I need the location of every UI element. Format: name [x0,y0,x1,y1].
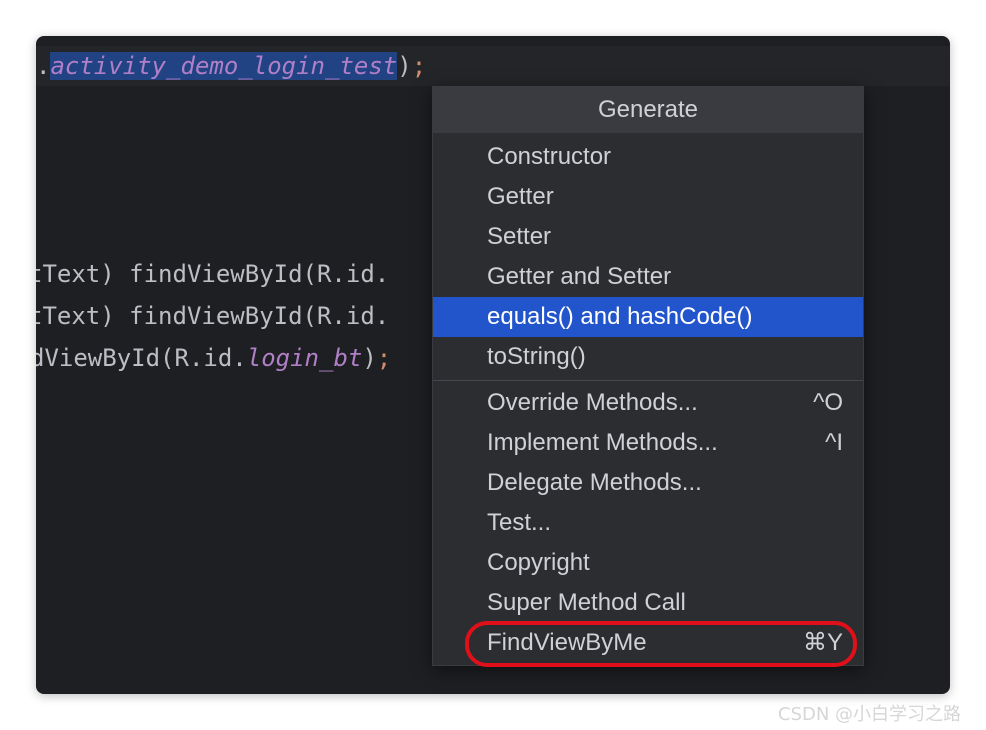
menu-item-label: toString() [487,343,586,370]
menu-item-implement-methods[interactable]: Implement Methods... ^I [433,423,863,463]
code-line-4[interactable]: dViewById(R.id.login_bt); [36,338,391,378]
menu-item-tostring[interactable]: toString() [433,337,863,377]
menu-item-label: Setter [487,223,552,250]
popup-title: Generate [433,87,863,133]
watermark: CSDN @小白学习之路 [778,704,962,725]
menu-item-getter[interactable]: Getter [433,177,863,217]
menu-item-setter[interactable]: Setter [433,217,863,257]
menu-item-constructor[interactable]: Constructor [433,137,863,177]
menu-item-label: Constructor [487,143,612,170]
red-highlight-ring [465,621,857,667]
code-semicolon: ; [411,52,427,80]
generate-popup: Generate Constructor Getter Setter Gette… [432,86,864,666]
code-dot: . [36,52,51,80]
menu-item-label: Super Method Call [487,589,686,616]
menu-item-label: Copyright [487,549,590,576]
menu-item-label: Implement Methods... [487,429,718,456]
menu-item-copyright[interactable]: Copyright [433,543,863,583]
menu-item-super-method-call[interactable]: Super Method Call [433,583,863,623]
menu-item-label: Getter [487,183,554,210]
menu-item-equals-hashcode[interactable]: equals() and hashCode() [433,297,863,337]
shortcut-label: ^I [825,429,843,456]
menu-divider [433,380,863,381]
menu-item-label: Test... [487,509,552,536]
menu-item-label: Override Methods... [487,389,698,416]
menu-item-test[interactable]: Test... [433,503,863,543]
menu-item-label: Getter and Setter [487,263,672,290]
code-line-3[interactable]: tText) findViewById(R.id. [36,296,389,336]
shortcut-label: ^O [813,389,843,416]
menu-item-getter-and-setter[interactable]: Getter and Setter [433,257,863,297]
code-line-1[interactable]: .activity_demo_login_test); [36,46,426,86]
code-field-name: login_bt [246,344,363,372]
code-paren: ) [397,52,412,80]
menu-item-delegate-methods[interactable]: Delegate Methods... [433,463,863,503]
selected-identifier[interactable]: activity_demo_login_test [50,52,398,80]
code-semicolon: ; [376,344,392,372]
menu-item-label: equals() and hashCode() [487,303,753,330]
menu-item-label: Delegate Methods... [487,469,702,496]
code-text: dViewById(R.id. [36,344,247,372]
code-line-2[interactable]: tText) findViewById(R.id. [36,254,389,294]
menu-item-override-methods[interactable]: Override Methods... ^O [433,383,863,423]
code-paren: ) [362,344,377,372]
